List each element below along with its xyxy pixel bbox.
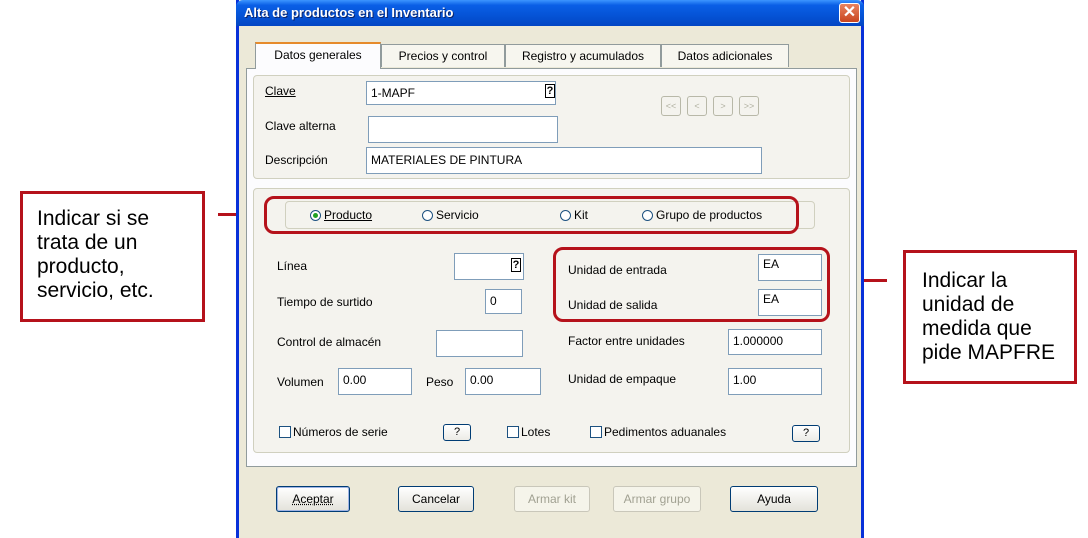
button-label: Armar kit: [528, 492, 576, 506]
clave-alterna-label: Clave alterna: [265, 119, 336, 133]
annotation-right-line: unidad de: [922, 293, 1015, 316]
checkbox-label: Números de serie: [293, 425, 388, 439]
nav-next-icon: >: [720, 101, 726, 111]
nav-prev-icon: <: [694, 101, 700, 111]
annotation-right-line: Indicar la: [922, 269, 1008, 292]
tab-datos-generales[interactable]: Datos generales: [255, 42, 381, 69]
nav-prev-button[interactable]: <: [687, 96, 707, 116]
nav-first-button[interactable]: <<: [661, 96, 681, 116]
numeros-serie-help-button[interactable]: ?: [443, 424, 471, 441]
descripcion-value: MATERIALES DE PINTURA: [371, 153, 523, 167]
tiempo-surtido-label: Tiempo de surtido: [277, 295, 373, 309]
peso-field[interactable]: 0.00: [465, 368, 541, 395]
button-label: Ayuda: [757, 492, 791, 506]
factor-unidades-field[interactable]: 1.000000: [728, 329, 822, 355]
tab-label: Registro y acumulados: [521, 49, 645, 63]
checkbox-icon: [507, 426, 519, 438]
aceptar-button[interactable]: Aceptar: [276, 486, 350, 512]
tab-label: Datos generales: [274, 48, 362, 62]
unidad-empaque-label: Unidad de empaque: [568, 372, 677, 386]
peso-label: Peso: [426, 375, 454, 389]
lotes-checkbox[interactable]: Lotes: [507, 425, 550, 439]
nav-next-button[interactable]: >: [713, 96, 733, 116]
factor-unidades-value: 1.000000: [733, 334, 784, 348]
tiempo-surtido-value: 0: [490, 294, 497, 308]
tab-label: Datos adicionales: [677, 49, 773, 63]
clave-lookup-button[interactable]: ?: [545, 84, 555, 98]
lookup-icon: ?: [512, 259, 520, 271]
lookup-icon: ?: [546, 85, 554, 97]
cancelar-button[interactable]: Cancelar: [398, 486, 474, 512]
annotation-right-line: medida que: [922, 317, 1032, 340]
nav-last-button[interactable]: >>: [739, 96, 759, 116]
control-almacen-label: Control de almacén: [277, 335, 382, 349]
volumen-label: Volumen: [277, 375, 324, 389]
unidad-empaque-value: 1.00: [733, 373, 757, 387]
annotation-left: Indicar si se trata de un producto, serv…: [20, 191, 205, 322]
help-icon: ?: [453, 426, 461, 438]
control-almacen-field[interactable]: [436, 330, 523, 357]
button-label: Armar grupo: [623, 492, 691, 506]
descripcion-label: Descripción: [265, 153, 328, 167]
tiempo-surtido-field[interactable]: 0: [485, 289, 522, 314]
checkbox-label: Lotes: [521, 425, 551, 439]
tab-datos-adicionales[interactable]: Datos adicionales: [661, 44, 789, 67]
armar-grupo-button[interactable]: Armar grupo: [613, 486, 701, 512]
close-icon: ✕: [842, 4, 857, 21]
annotation-right: Indicar la unidad de medida que pide MAP…: [903, 250, 1077, 384]
clave-alterna-field[interactable]: [368, 116, 558, 143]
nav-first-icon: <<: [665, 101, 677, 111]
annotation-left-line: servicio, etc.: [37, 279, 154, 302]
annotation-left-line: producto,: [37, 255, 125, 278]
annotation-right-line: pide MAPFRE: [922, 341, 1056, 364]
button-label: Aceptar: [292, 492, 334, 506]
title-bar[interactable]: Alta de productos en el Inventario ✕: [236, 0, 864, 26]
pedimentos-checkbox[interactable]: Pedimentos aduanales: [590, 425, 726, 439]
unidad-empaque-field[interactable]: 1.00: [728, 368, 822, 395]
close-button[interactable]: ✕: [839, 3, 860, 23]
button-label: Cancelar: [411, 492, 461, 506]
tab-label: Precios y control: [398, 49, 488, 63]
linea-lookup-button[interactable]: ?: [511, 258, 521, 272]
annotation-left-line: trata de un: [37, 231, 138, 254]
ayuda-button[interactable]: Ayuda: [730, 486, 818, 512]
checkbox-icon: [590, 426, 602, 438]
pedimentos-help-button[interactable]: ?: [792, 425, 820, 442]
annotation-left-line: Indicar si se: [37, 207, 150, 230]
units-highlight: [553, 247, 830, 322]
product-type-highlight: [264, 196, 799, 234]
numeros-serie-checkbox[interactable]: Números de serie: [279, 425, 388, 439]
factor-unidades-label: Factor entre unidades: [568, 334, 685, 348]
tab-precios-y-control[interactable]: Precios y control: [381, 44, 505, 67]
checkbox-icon: [279, 426, 291, 438]
armar-kit-button[interactable]: Armar kit: [514, 486, 590, 512]
volumen-field[interactable]: 0.00: [338, 368, 412, 395]
volumen-value: 0.00: [343, 373, 367, 387]
peso-value: 0.00: [470, 373, 494, 387]
nav-last-icon: >>: [743, 101, 755, 111]
tab-registro-y-acumulados[interactable]: Registro y acumulados: [505, 44, 661, 67]
linea-label: Línea: [277, 259, 308, 273]
window-title: Alta de productos en el Inventario: [244, 5, 454, 20]
clave-label: Clave: [265, 84, 296, 98]
checkbox-label: Pedimentos aduanales: [604, 425, 727, 439]
clave-value: 1-MAPF: [371, 86, 416, 100]
clave-field[interactable]: 1-MAPF: [366, 81, 556, 105]
descripcion-field[interactable]: MATERIALES DE PINTURA: [366, 147, 762, 174]
help-icon: ?: [802, 427, 810, 439]
